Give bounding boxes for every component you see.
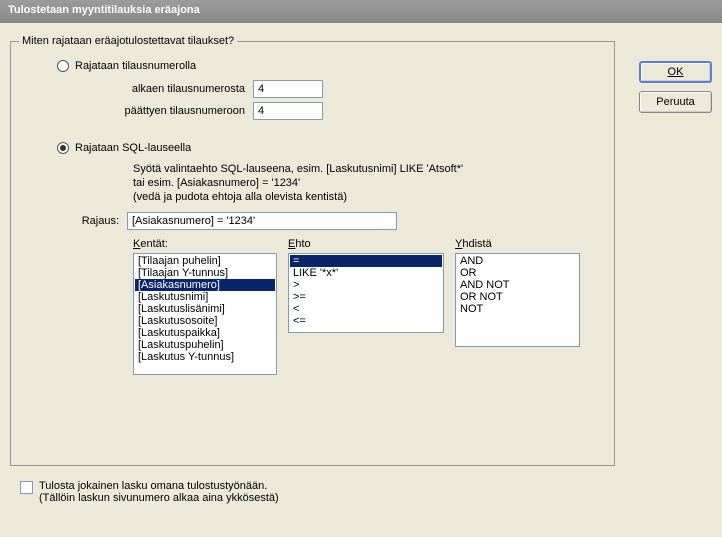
checkbox-label: Tulosta jokainen lasku omana tulostustyö… <box>39 480 279 504</box>
list-item[interactable]: [Tilaajan puhelin] <box>135 255 275 267</box>
window-titlebar: Tulostetaan myyntitilauksia eräajona <box>0 0 722 23</box>
cancel-button[interactable]: Peruuta <box>639 91 712 113</box>
list-item[interactable]: > <box>290 279 442 291</box>
list-item[interactable]: [Laskutuslisänimi] <box>135 303 275 315</box>
radio-by-sql[interactable]: Rajataan SQL-lauseella <box>57 142 602 154</box>
list-item[interactable]: [Laskutuspaikka] <box>135 327 275 339</box>
list-item[interactable]: OR NOT <box>457 291 578 303</box>
list-item[interactable]: >= <box>290 291 442 303</box>
list-item[interactable]: [Tilaajan Y-tunnus] <box>135 267 275 279</box>
ok-button[interactable]: OK <box>639 61 712 83</box>
list-item[interactable]: LIKE '*x*' <box>290 267 442 279</box>
list-item[interactable]: NOT <box>457 303 578 315</box>
radio-icon <box>57 142 69 154</box>
list-item[interactable]: [Asiakasnumero] <box>135 279 275 291</box>
list-item[interactable]: [Laskutusnimi] <box>135 291 275 303</box>
sql-hint: Syötä valintaehto SQL-lauseena, esim. [L… <box>133 162 602 204</box>
ehto-listbox[interactable]: =LIKE '*x*'>>=<<= <box>288 253 444 333</box>
radio-label: Rajataan SQL-lauseella <box>75 142 191 154</box>
radio-icon <box>57 60 69 72</box>
window-title: Tulostetaan myyntitilauksia eräajona <box>8 4 200 16</box>
list-headers: Kentät: Ehto Yhdistä <box>133 238 602 250</box>
from-ordernumber-input[interactable] <box>253 80 323 98</box>
kentta-header: Kentät: <box>133 238 288 250</box>
fieldset-legend: Miten rajataan eräajotulostettavat tilau… <box>19 35 237 47</box>
list-item[interactable]: <= <box>290 315 442 327</box>
rajaus-label: Rajaus: <box>23 215 127 227</box>
yhdista-header: Yhdistä <box>455 238 492 250</box>
filter-fieldset: Miten rajataan eräajotulostettavat tilau… <box>10 41 615 466</box>
ehto-header: Ehto <box>288 238 455 250</box>
checkbox-icon <box>20 481 33 494</box>
from-label: alkaen tilausnumerosta <box>23 83 253 95</box>
radio-label: Rajataan tilausnumerolla <box>75 60 196 72</box>
rajaus-input[interactable] <box>127 212 397 230</box>
list-item[interactable]: AND <box>457 255 578 267</box>
to-ordernumber-input[interactable] <box>253 102 323 120</box>
list-item[interactable]: [Laskutuspuhelin] <box>135 339 275 351</box>
radio-by-ordernumber[interactable]: Rajataan tilausnumerolla <box>57 60 602 72</box>
list-item[interactable]: [Laskutusosoite] <box>135 315 275 327</box>
list-item[interactable]: [Laskutus Y-tunnus] <box>135 351 275 363</box>
dialog-content: OK Peruuta Miten rajataan eräajotulostet… <box>0 23 722 514</box>
list-item[interactable]: < <box>290 303 442 315</box>
print-each-checkbox-row[interactable]: Tulosta jokainen lasku omana tulostustyö… <box>20 480 712 504</box>
list-item[interactable]: OR <box>457 267 578 279</box>
list-item[interactable]: AND NOT <box>457 279 578 291</box>
to-label: päättyen tilausnumeroon <box>23 105 253 117</box>
side-buttons: OK Peruuta <box>639 61 712 113</box>
kentta-listbox[interactable]: [Tilaajan puhelin][Tilaajan Y-tunnus][As… <box>133 253 277 375</box>
lists-row: [Tilaajan puhelin][Tilaajan Y-tunnus][As… <box>133 253 602 375</box>
list-item[interactable]: = <box>290 255 442 267</box>
yhdista-listbox[interactable]: ANDORAND NOTOR NOTNOT <box>455 253 580 347</box>
